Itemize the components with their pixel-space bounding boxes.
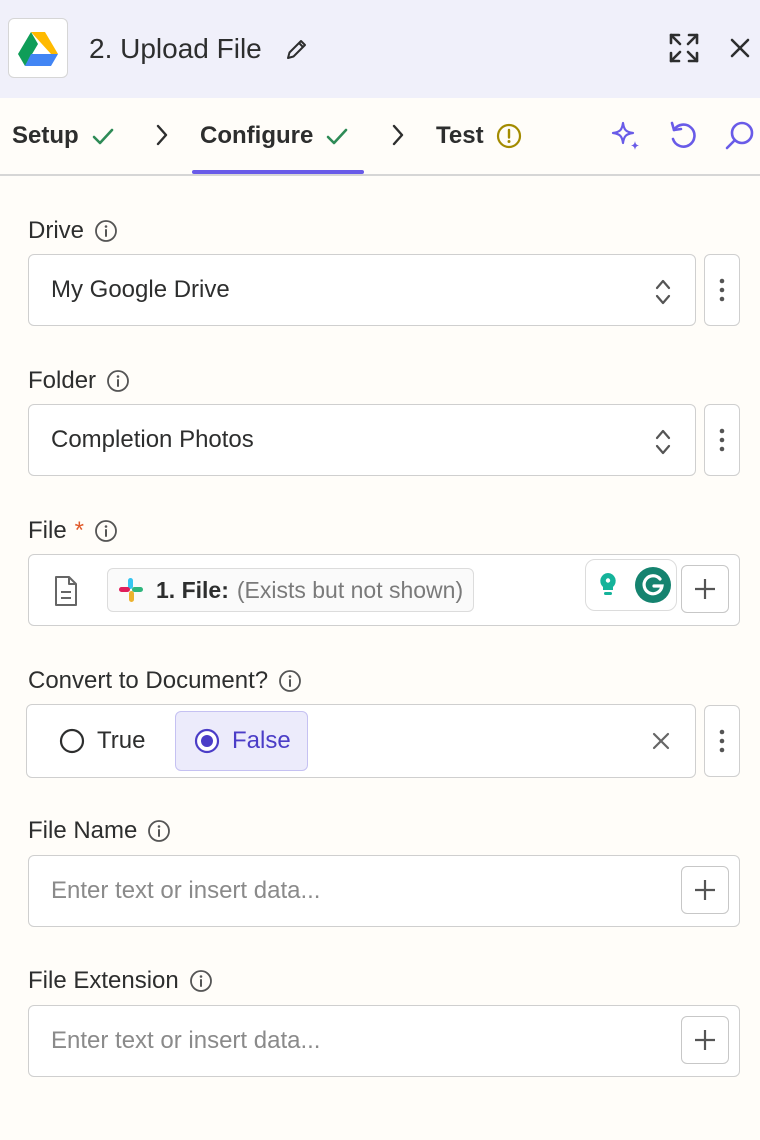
warning-circle-icon	[496, 123, 521, 149]
mapped-data-pill[interactable]: 1. File: (Exists but not shown)	[107, 568, 475, 612]
plus-icon	[695, 1030, 715, 1050]
file-name-label: File Name	[28, 814, 171, 848]
radio-false[interactable]: False	[175, 711, 308, 771]
insert-data-button[interactable]	[681, 1016, 729, 1064]
step-title[interactable]: 2. Upload File	[89, 30, 262, 68]
folder-label: Folder	[28, 364, 130, 398]
radio-true[interactable]: True	[59, 711, 145, 771]
radio-false-label: False	[232, 727, 291, 754]
clear-icon[interactable]	[651, 731, 671, 751]
info-icon[interactable]	[278, 669, 302, 693]
lightbulb-icon[interactable]	[591, 568, 625, 602]
drive-label-text: Drive	[28, 217, 85, 244]
file-icon	[55, 576, 77, 606]
more-vertical-icon	[719, 729, 725, 753]
pencil-icon[interactable]	[284, 36, 310, 62]
file-extension-input[interactable]: Enter text or insert data...	[28, 1005, 740, 1077]
info-icon[interactable]	[147, 819, 171, 843]
radio-true-label: True	[97, 727, 146, 754]
drive-label: Drive	[28, 214, 118, 248]
file-extension-placeholder: Enter text or insert data...	[51, 1027, 321, 1054]
convert-more-button[interactable]	[704, 705, 740, 777]
active-tab-indicator	[192, 170, 364, 174]
close-icon[interactable]	[728, 36, 752, 60]
folder-more-button[interactable]	[704, 404, 740, 476]
extension-badges	[585, 559, 677, 611]
search-icon[interactable]	[722, 118, 758, 154]
undo-icon[interactable]	[666, 118, 702, 154]
step-header: 2. Upload File	[0, 0, 760, 98]
convert-label-text: Convert to Document?	[28, 667, 269, 694]
tab-label: Test	[436, 122, 484, 149]
more-vertical-icon	[719, 428, 725, 452]
check-icon	[92, 128, 113, 145]
convert-radio-group: True False	[26, 704, 696, 778]
convert-label: Convert to Document?	[28, 664, 302, 698]
folder-label-text: Folder	[28, 367, 97, 394]
tab-setup[interactable]: Setup	[12, 98, 115, 174]
info-icon[interactable]	[94, 219, 118, 243]
pill-value: (Exists but not shown)	[236, 576, 464, 603]
file-label-text: File	[28, 517, 67, 544]
select-arrows-icon	[655, 429, 671, 455]
grammarly-icon[interactable]	[634, 566, 672, 604]
radio-checked-icon	[194, 728, 220, 754]
info-icon[interactable]	[94, 519, 118, 543]
check-icon	[327, 128, 348, 145]
tab-test[interactable]: Test	[436, 98, 522, 174]
file-input[interactable]: 1. File: (Exists but not shown)	[28, 554, 740, 626]
tab-configure[interactable]: Configure	[200, 98, 349, 174]
sparkle-icon[interactable]	[608, 118, 644, 154]
google-drive-icon	[18, 32, 58, 66]
insert-data-button[interactable]	[681, 866, 729, 914]
pill-label: 1. File:	[156, 576, 229, 603]
slack-icon	[119, 578, 143, 602]
select-arrows-icon	[655, 279, 671, 305]
file-name-input[interactable]: Enter text or insert data...	[28, 855, 740, 927]
drive-value: My Google Drive	[51, 276, 230, 303]
radio-unchecked-icon	[59, 728, 85, 754]
drive-more-button[interactable]	[704, 254, 740, 326]
file-name-placeholder: Enter text or insert data...	[51, 877, 321, 904]
expand-icon[interactable]	[668, 32, 700, 64]
folder-select[interactable]: Completion Photos	[28, 404, 696, 476]
required-mark: *	[74, 517, 85, 544]
info-icon[interactable]	[189, 969, 213, 993]
plus-icon	[695, 579, 715, 599]
tab-label: Setup	[12, 122, 79, 149]
tab-label: Configure	[200, 122, 314, 149]
file-label: File *	[28, 514, 118, 548]
more-vertical-icon	[719, 278, 725, 302]
drive-select[interactable]: My Google Drive	[28, 254, 696, 326]
folder-value: Completion Photos	[51, 426, 254, 453]
file-extension-label-text: File Extension	[28, 967, 179, 994]
plus-icon	[695, 880, 715, 900]
google-drive-logo	[8, 18, 68, 78]
file-extension-label: File Extension	[28, 964, 213, 998]
info-icon[interactable]	[106, 369, 130, 393]
step-tabs: Setup Configure Test	[0, 98, 760, 176]
chevron-right-icon	[156, 124, 168, 146]
insert-data-button[interactable]	[681, 565, 729, 613]
chevron-right-icon	[392, 124, 404, 146]
file-name-label-text: File Name	[28, 817, 138, 844]
